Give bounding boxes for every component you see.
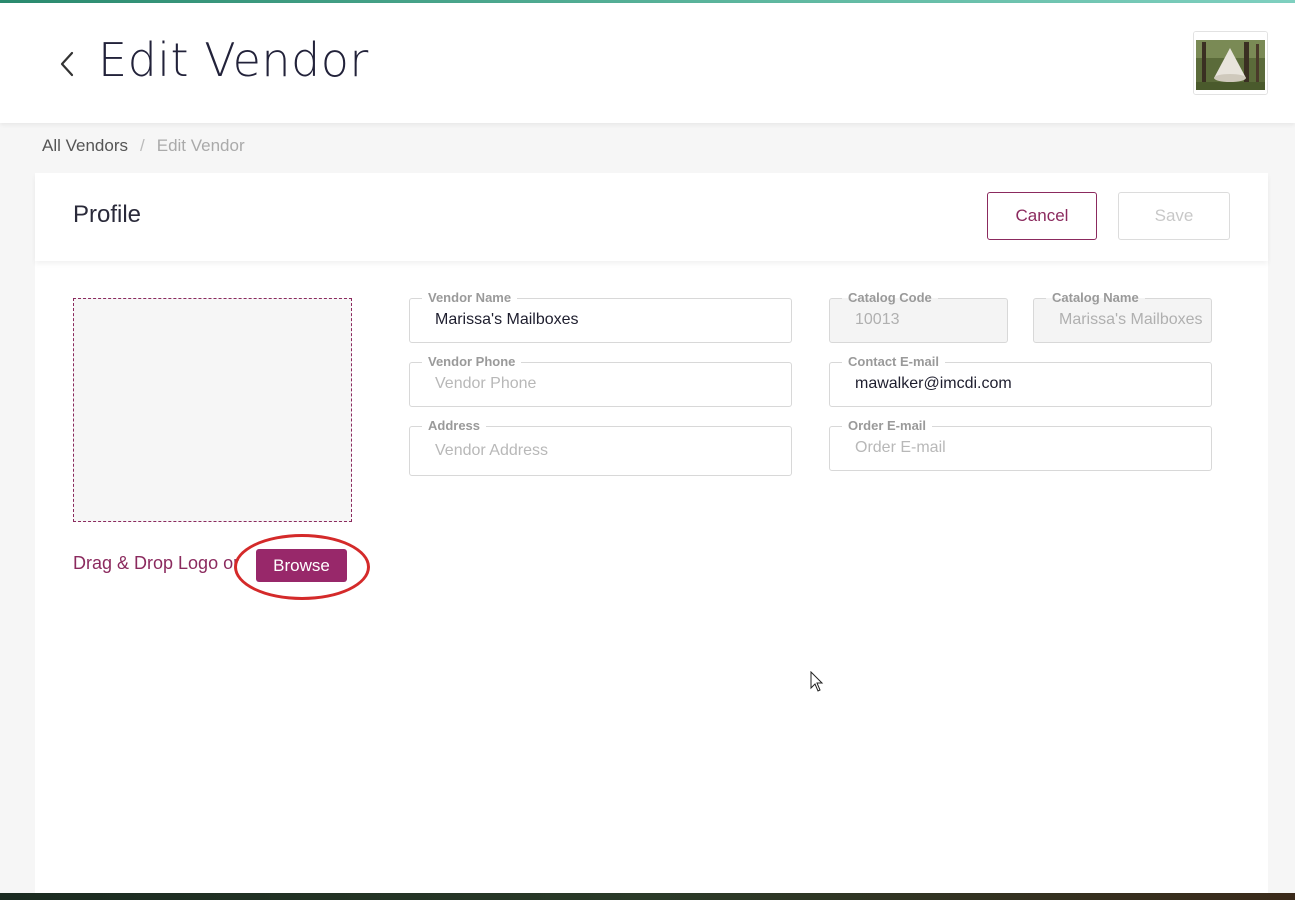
breadcrumb-separator: / (140, 136, 145, 155)
bottom-taskbar-strip (0, 893, 1295, 900)
vendor-name-label: Vendor Name (422, 290, 518, 306)
catalog-code-label: Catalog Code (842, 290, 938, 306)
address-label: Address (422, 418, 487, 434)
vendor-name-value[interactable]: Marissa's Mailboxes (435, 311, 787, 329)
logo-drag-text: Drag & Drop Logo or (73, 553, 240, 573)
breadcrumb-current: Edit Vendor (156, 136, 245, 155)
order-email-placeholder[interactable]: Order E-mail (855, 439, 1207, 457)
vendor-name-field[interactable]: Vendor Name Marissa's Mailboxes (409, 290, 792, 343)
contact-email-field[interactable]: Contact E-mail mawalker@imcdi.com (829, 354, 1212, 407)
vendor-phone-label: Vendor Phone (422, 354, 522, 370)
browse-button[interactable]: Browse (256, 549, 347, 582)
catalog-code-field: Catalog Code 10013 (829, 290, 1008, 343)
contact-email-value[interactable]: mawalker@imcdi.com (855, 375, 1207, 393)
cancel-button[interactable]: Cancel (987, 192, 1097, 240)
catalog-name-value: Marissa's Mailboxes (1059, 311, 1203, 328)
address-field[interactable]: Address Vendor Address (409, 418, 792, 476)
order-email-label: Order E-mail (842, 418, 933, 434)
avatar-image (1194, 32, 1267, 94)
catalog-name-label: Catalog Name (1046, 290, 1145, 306)
catalog-code-value: 10013 (855, 311, 900, 328)
address-placeholder[interactable]: Vendor Address (435, 442, 787, 460)
mouse-pointer-icon (810, 671, 824, 692)
vendor-phone-placeholder[interactable]: Vendor Phone (435, 375, 787, 393)
catalog-name-field: Catalog Name Marissa's Mailboxes (1033, 290, 1212, 343)
profile-card-header: Profile Cancel Save (35, 173, 1268, 261)
back-button[interactable] (52, 47, 82, 81)
order-email-field[interactable]: Order E-mail Order E-mail (829, 418, 1212, 471)
vendor-phone-field[interactable]: Vendor Phone Vendor Phone (409, 354, 792, 407)
breadcrumb: All Vendors / Edit Vendor (42, 136, 245, 156)
page-header: Edit Vendor (0, 3, 1295, 123)
chevron-left-icon (60, 51, 74, 77)
page-title: Edit Vendor (98, 33, 369, 87)
profile-card: Profile Cancel Save Drag & Drop Logo or … (35, 173, 1268, 893)
save-button[interactable]: Save (1118, 192, 1230, 240)
contact-email-label: Contact E-mail (842, 354, 946, 370)
logo-dropzone[interactable] (73, 298, 352, 522)
profile-title: Profile (73, 201, 142, 228)
avatar[interactable] (1193, 31, 1268, 95)
breadcrumb-link-all-vendors[interactable]: All Vendors (42, 136, 128, 156)
